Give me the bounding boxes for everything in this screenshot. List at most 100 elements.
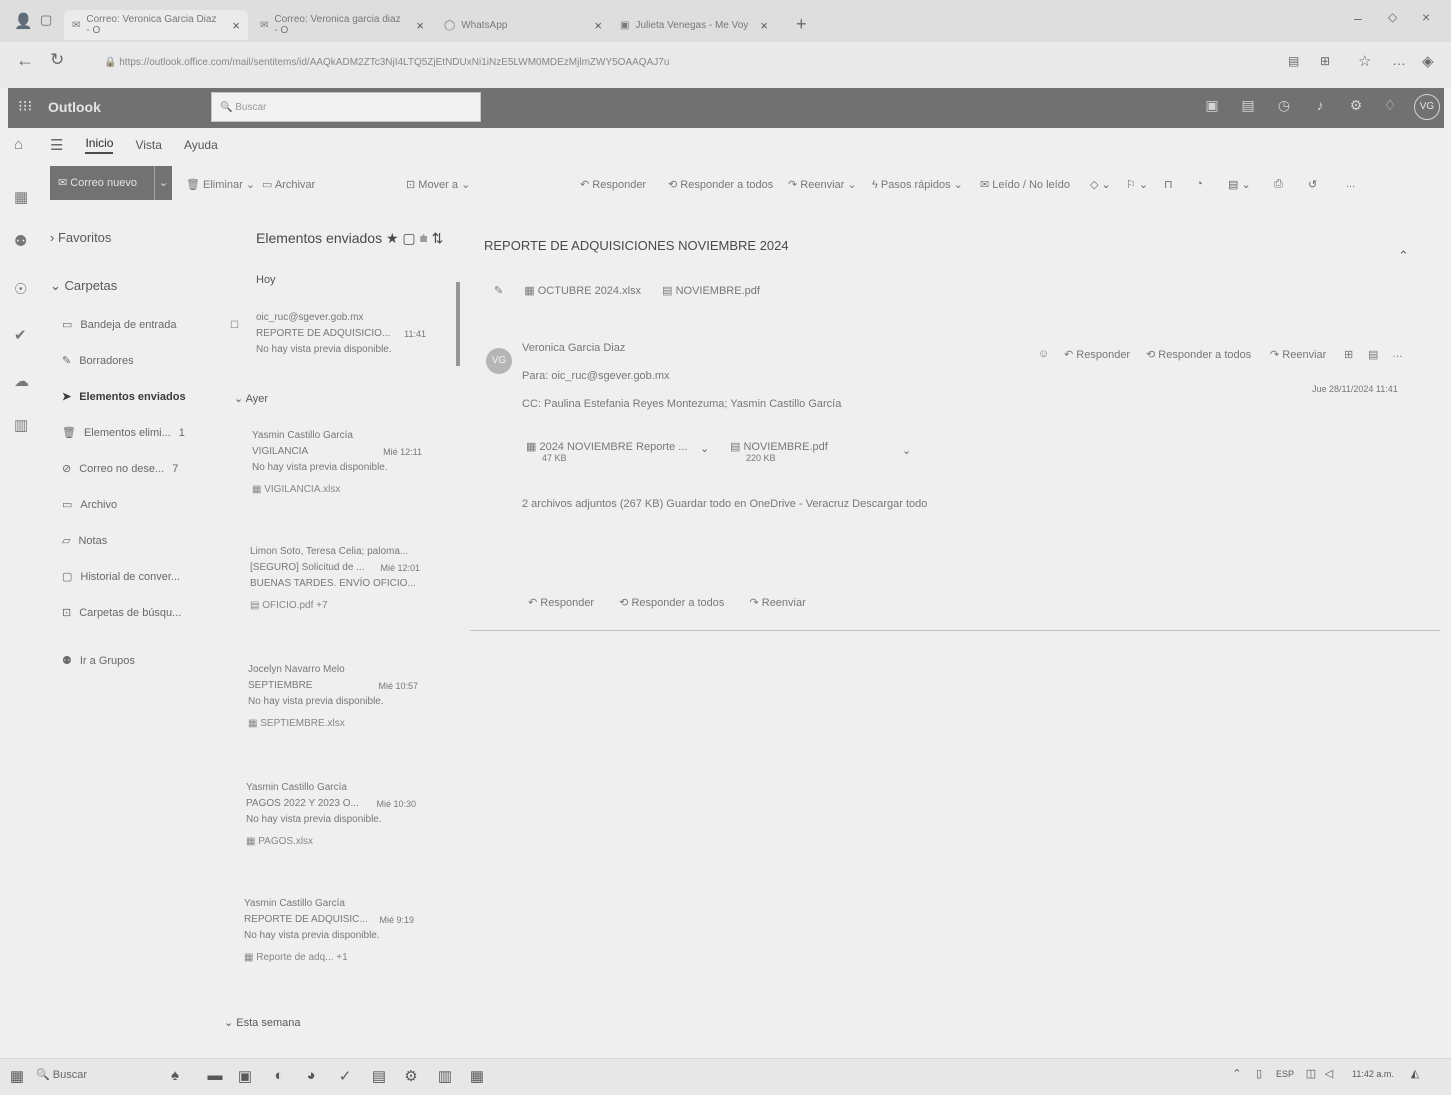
reply-all-button[interactable]: ⟲ Responder a todos — [668, 178, 773, 191]
pencil-icon[interactable]: ✎ — [494, 285, 506, 297]
chevron-down-icon[interactable]: ⌄ — [700, 442, 709, 455]
folder-notes[interactable]: ▱ Notas — [62, 534, 107, 548]
message-list-scrollbar[interactable] — [456, 282, 460, 366]
notifications-icon[interactable]: ♪ — [1310, 97, 1330, 117]
app-icon[interactable]: ✓ — [334, 1067, 356, 1089]
list-item[interactable]: Limon Soto, Teresa Celia; paloma... [SEG… — [250, 544, 420, 614]
settings-gear-icon[interactable]: ⚙ — [400, 1067, 422, 1089]
folder-deleted[interactable]: 🗑 Elementos elimi... 1 — [62, 426, 185, 440]
archive-button[interactable]: ▭ Archivar — [262, 178, 315, 191]
groups-app-icon[interactable]: ☉ — [14, 280, 36, 302]
start-icon[interactable]: ▦ — [6, 1067, 28, 1089]
folder-inbox[interactable]: ▭ Bandeja de entrada — [62, 318, 176, 332]
print-icon[interactable]: ⎙ — [1274, 178, 1283, 191]
extensions-icon[interactable]: ⊞ — [1320, 54, 1330, 68]
calendar-app-icon[interactable]: ▦ — [14, 188, 36, 210]
app-launcher-icon[interactable]: ⁝⁝⁝ — [18, 97, 32, 115]
sender-name[interactable]: Veronica Garcia Diaz — [522, 342, 625, 354]
apps-icon[interactable]: ⊞ — [1344, 348, 1353, 361]
favorite-star-icon[interactable]: ★ — [386, 230, 399, 246]
tips-icon[interactable]: ♢ — [1380, 97, 1400, 117]
more-options-button[interactable]: ... — [1346, 178, 1355, 190]
back-arrow-icon[interactable]: ← — [16, 50, 34, 71]
close-tab-icon[interactable]: × — [594, 18, 602, 33]
go-to-groups-link[interactable]: ⚉ Ir a Grupos — [62, 654, 135, 668]
quick-steps-button[interactable]: ϟ Pasos rápidos ⌄ — [872, 178, 963, 191]
close-tab-icon[interactable]: × — [760, 18, 768, 33]
tab-actions-icon[interactable]: ▢ — [40, 12, 52, 28]
select-checkbox[interactable]: ☐ — [230, 318, 239, 334]
attachment-chip[interactable]: ▦ VIGILANCIA.xlsx — [252, 482, 422, 498]
new-mail-dropdown[interactable]: ⌄ — [154, 166, 172, 200]
more-menu-icon[interactable]: … — [1392, 52, 1406, 68]
folders-header[interactable]: ⌄ Carpetas — [50, 278, 117, 294]
snooze-icon[interactable]: ◔ — [1196, 178, 1203, 190]
app-icon[interactable]: ▦ — [466, 1067, 488, 1089]
app-icon[interactable]: ◕ — [300, 1067, 322, 1089]
rules-icon[interactable]: ▤ ⌄ — [1228, 178, 1251, 191]
volume-icon[interactable]: ◁ — [1318, 1067, 1340, 1089]
delete-button[interactable]: 🗑 Eliminar ⌄ — [186, 178, 255, 191]
apps-icon[interactable]: ▥ — [14, 416, 36, 438]
attachment-chip[interactable]: ▦ OCTUBRE 2024.xlsx — [524, 285, 641, 297]
list-item[interactable]: Yasmin Castillo García PAGOS 2022 Y 2023… — [246, 780, 416, 850]
reply-all-inline-button[interactable]: ⟲ Responder a todos — [1146, 348, 1251, 361]
attachment-card[interactable]: ▦ 2024 NOVIEMBRE Reporte ... 47 KB — [526, 440, 716, 463]
list-item[interactable]: Yasmin Castillo García REPORTE DE ADQUIS… — [244, 896, 414, 966]
list-item[interactable]: ☐ oic_ruc@sgever.gob.mx REPORTE DE ADQUI… — [230, 310, 426, 358]
attachment-chip[interactable]: ▦ Reporte de adq... +1 — [244, 950, 414, 966]
my-day-icon[interactable]: ◷ — [1274, 97, 1294, 117]
browser-tab-correo-2[interactable]: ✉ Correo: Veronica garcia diaz - O × — [252, 10, 432, 40]
onedrive-app-icon[interactable]: ☁ — [14, 372, 36, 394]
meet-now-icon[interactable]: ▣ — [1202, 97, 1222, 117]
folder-search-folders[interactable]: ⊡ Carpetas de búsqu... — [62, 606, 181, 620]
filter-icon[interactable]: ⩧ — [420, 230, 428, 246]
app-icon[interactable]: ▥ — [434, 1067, 456, 1089]
view-icon[interactable]: ▤ — [1368, 348, 1378, 361]
favorites-star-icon[interactable]: ☆ — [1358, 52, 1371, 70]
tab-vista[interactable]: Vista — [135, 138, 161, 152]
new-tab-button[interactable]: + — [796, 14, 807, 35]
attachment-chip[interactable]: ▦ PAGOS.xlsx — [246, 834, 416, 850]
read-unread-button[interactable]: ✉ Leído / No leído — [980, 178, 1070, 191]
sort-icon[interactable]: ⇅ — [432, 230, 444, 246]
tab-inicio[interactable]: Inicio — [85, 136, 114, 154]
notification-bell-icon[interactable]: ◭ — [1404, 1067, 1426, 1089]
attachment-chip[interactable]: ▤ NOVIEMBRE.pdf — [662, 285, 760, 297]
flag-icon[interactable]: ⚐ ⌄ — [1126, 178, 1148, 191]
forward-bottom-button[interactable]: ↷ Reenviar — [749, 597, 805, 609]
list-item[interactable]: Jocelyn Navarro Melo SEPTIEMBRE Mié 10:5… — [248, 662, 418, 732]
close-tab-icon[interactable]: × — [232, 18, 240, 33]
clock[interactable]: 11:42 a.m. — [1352, 1069, 1394, 1079]
tab-ayuda[interactable]: Ayuda — [184, 138, 218, 152]
attachment-chip[interactable]: ▦ SEPTIEMBRE.xlsx — [248, 716, 418, 732]
store-icon[interactable]: ▣ — [234, 1067, 256, 1089]
hamburger-menu-icon[interactable]: ☰ — [50, 136, 63, 154]
reply-bottom-button[interactable]: ↶ Responder — [528, 597, 594, 609]
todo-app-icon[interactable]: ✔ — [14, 326, 36, 348]
group-yesterday[interactable]: ⌄ Ayer — [234, 392, 268, 405]
emoji-icon[interactable]: ☺ — [1038, 348, 1049, 360]
pin-icon[interactable]: ⊓ — [1164, 178, 1173, 191]
folder-sent[interactable]: ➤ Elementos enviados — [62, 390, 186, 404]
folder-drafts[interactable]: ✎ Borradores — [62, 354, 134, 368]
language-indicator[interactable]: ESP — [1276, 1069, 1294, 1079]
url-field[interactable]: 🔒 https://outlook.office.com/mail/sentit… — [88, 50, 1268, 76]
widgets-icon[interactable]: ♠ — [164, 1067, 186, 1089]
forward-button[interactable]: ↷ Reenviar ⌄ — [788, 178, 857, 191]
close-tab-icon[interactable]: × — [416, 18, 424, 33]
chevron-down-icon[interactable]: ⌄ — [902, 444, 911, 457]
profile-icon[interactable]: 👤 — [14, 12, 33, 30]
folder-archive[interactable]: ▭ Archivo — [62, 498, 117, 512]
app-icon[interactable]: ▤ — [368, 1067, 390, 1089]
select-icon[interactable]: ▢ — [402, 230, 415, 246]
undo-icon[interactable]: ↺ — [1308, 178, 1317, 191]
chevron-up-icon[interactable]: ⌃ — [1398, 248, 1409, 264]
reply-inline-button[interactable]: ↶ Responder — [1064, 348, 1130, 361]
group-this-week[interactable]: ⌄ Esta semana — [224, 1016, 300, 1029]
teams-icon[interactable]: ▤ — [1238, 97, 1258, 117]
folder-junk[interactable]: ⊘ Correo no dese... 7 — [62, 462, 178, 476]
list-item[interactable]: Yasmin Castillo García VIGILANCIA Mié 12… — [252, 428, 422, 498]
copilot-icon[interactable]: ◈ — [1422, 52, 1434, 70]
folder-conversation-history[interactable]: ▢ Historial de conver... — [62, 570, 180, 584]
